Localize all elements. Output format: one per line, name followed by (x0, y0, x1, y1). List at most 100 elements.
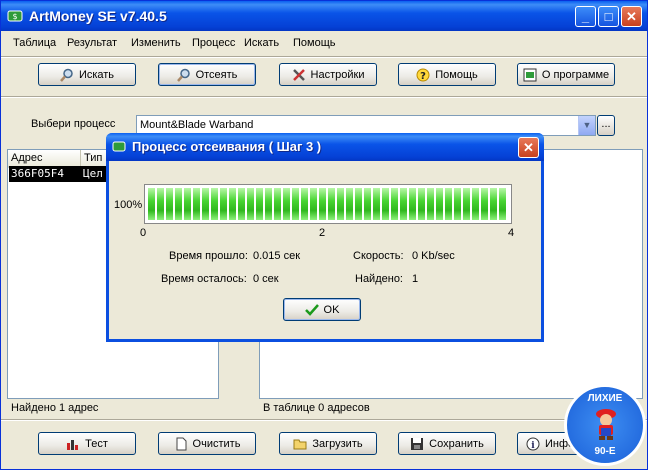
menu-table[interactable]: Таблица (13, 37, 56, 49)
test-button-label: Тест (85, 437, 108, 450)
progress-segment (328, 188, 335, 220)
about-button[interactable]: О программе (517, 63, 615, 86)
svg-text:$: $ (12, 12, 17, 21)
filter-button[interactable]: Отсеять (158, 63, 256, 86)
watermark-logo: ЛИХИЕ 90-Е (564, 384, 646, 466)
progress-segment (274, 188, 281, 220)
dialog-title: Процесс отсеивания ( Шаг 3 ) (132, 139, 322, 154)
help-button[interactable]: ? Помощь (398, 63, 496, 86)
minimize-button[interactable]: _ (575, 6, 596, 27)
maximize-button[interactable]: □ (598, 6, 619, 27)
progress-segment (427, 188, 434, 220)
browse-process-button[interactable]: ... (597, 115, 615, 136)
load-button[interactable]: Загрузить (279, 432, 377, 455)
svg-text:i: i (531, 441, 535, 451)
clear-button-label: Очистить (192, 437, 241, 450)
menu-separator (1, 56, 647, 58)
elapsed-label: Время прошло: (169, 250, 248, 262)
scale-label-end: 4 (508, 227, 515, 239)
scale-label-mid: 2 (319, 227, 326, 239)
progress-segment (373, 188, 380, 220)
progress-segment (184, 188, 191, 220)
window-title: ArtMoney SE v7.40.5 (29, 8, 167, 24)
settings-button-label: Настройки (310, 68, 365, 81)
saved-status: В таблице 0 адресов (263, 402, 370, 414)
search-button-label: Искать (78, 68, 115, 81)
magnifier-icon (60, 68, 73, 82)
floppy-disk-icon (411, 437, 424, 450)
progress-segment (157, 188, 164, 220)
dialog-close-button[interactable]: ✕ (518, 137, 539, 158)
chevron-down-icon[interactable]: ▼ (578, 116, 595, 135)
search-button[interactable]: Искать (38, 63, 136, 86)
bottom-separator (1, 419, 647, 421)
test-button[interactable]: Тест (38, 432, 136, 455)
progress-segment (166, 188, 173, 220)
folder-icon (293, 439, 307, 449)
progress-segment (364, 188, 371, 220)
menu-search[interactable]: Искать (244, 37, 279, 49)
clear-button[interactable]: Очистить (158, 432, 256, 455)
progress-segment (481, 188, 488, 220)
progress-segment (310, 188, 317, 220)
ok-button[interactable]: OK (283, 298, 361, 321)
progress-segment (220, 188, 227, 220)
progress-segment (202, 188, 209, 220)
progress-segment (175, 188, 182, 220)
progress-segment (499, 188, 506, 220)
progress-segment (301, 188, 308, 220)
process-select-value: Mount&Blade Warband (140, 119, 254, 131)
progress-segment (148, 188, 155, 220)
progress-segment (337, 188, 344, 220)
watermark-bottom-text: 90-Е (594, 446, 616, 457)
process-label: Выбери процесс (31, 118, 116, 130)
elapsed-value: 0.015 сек (253, 250, 301, 262)
progress-segment (436, 188, 443, 220)
progress-segment (445, 188, 452, 220)
scale-label-start: 0 (140, 227, 147, 239)
info-icon: i (526, 437, 540, 451)
menu-process[interactable]: Процесс (192, 37, 235, 49)
chart-icon (67, 439, 79, 450)
table-row[interactable]: 366F05F4 Цел (9, 166, 119, 182)
app-info-icon (523, 68, 537, 81)
dialog-title-bar[interactable]: Процесс отсеивания ( Шаг 3 ) ✕ (106, 133, 544, 161)
ok-button-label: OK (323, 303, 340, 316)
about-button-label: О программе (541, 68, 610, 81)
progress-segment (211, 188, 218, 220)
magnifier-icon (176, 68, 190, 82)
progress-segment (490, 188, 497, 220)
menu-help[interactable]: Помощь (293, 37, 336, 49)
progress-segment (283, 188, 290, 220)
row-address: 366F05F4 (11, 167, 64, 180)
progress-segment (346, 188, 353, 220)
remaining-label: Время осталось: (161, 273, 247, 285)
progress-segment (409, 188, 416, 220)
title-bar[interactable]: $ ArtMoney SE v7.40.5 _ □ ✕ (1, 1, 647, 31)
filter-button-label: Отсеять (195, 68, 238, 81)
menu-result[interactable]: Результат (67, 37, 117, 49)
progress-segment (355, 188, 362, 220)
watermark-top-text: ЛИХИЕ (587, 393, 623, 404)
results-status: Найдено 1 адрес (11, 402, 99, 414)
progress-segment (418, 188, 425, 220)
menu-edit[interactable]: Изменить (131, 37, 181, 49)
toolbar-separator (1, 96, 647, 98)
progress-fill (148, 188, 506, 220)
checkmark-icon (304, 303, 319, 316)
close-button[interactable]: ✕ (621, 6, 642, 27)
menu-bar: Таблица Результат Изменить Процесс Искат… (1, 33, 647, 55)
help-button-label: Помощь (435, 68, 478, 81)
progress-percent: 100% (114, 199, 143, 211)
progress-segment (265, 188, 272, 220)
progress-segment (247, 188, 254, 220)
progress-segment (256, 188, 263, 220)
progress-segment (463, 188, 470, 220)
save-button-label: Сохранить (429, 437, 484, 450)
settings-button[interactable]: Настройки (279, 63, 377, 86)
save-button[interactable]: Сохранить (398, 432, 496, 455)
app-icon (112, 141, 126, 152)
found-label: Найдено: (355, 273, 403, 285)
speed-value: 0 Kb/sec (412, 250, 455, 262)
progress-segment (472, 188, 479, 220)
